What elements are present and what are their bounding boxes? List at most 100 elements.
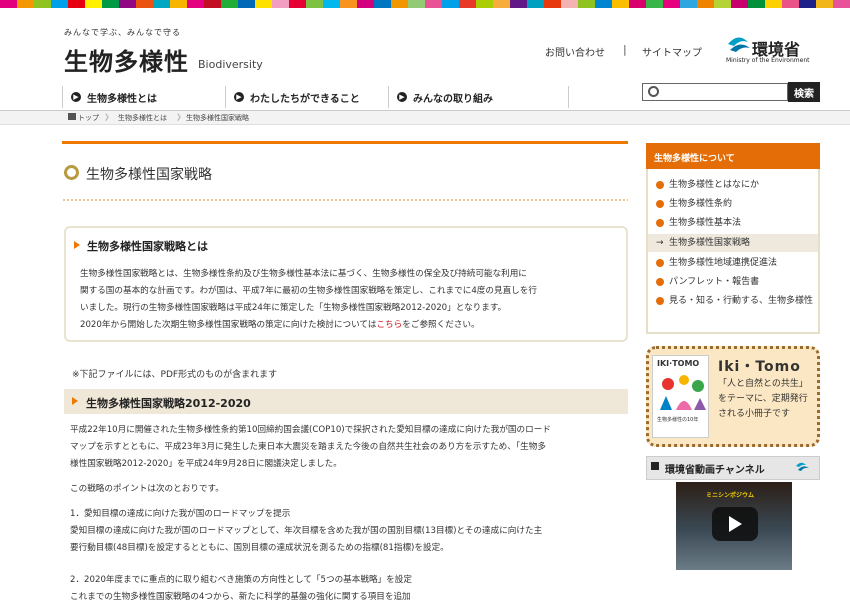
stripe-segment xyxy=(510,0,527,8)
stripe-segment xyxy=(255,0,272,8)
intro-line: 2020年から開始した次期生物多様性国家戦略の策定に向けた検討についてはこちらを… xyxy=(80,317,620,334)
point2-text: これまでの生物多様性国家戦略の4つから、新たに科学的基盤の強化に関する項目を追加 xyxy=(70,592,411,602)
section-paragraph-line: 平成22年10月に開催された生物多様性条約第10回締約国会議(COP10)で採択… xyxy=(70,425,551,435)
stripe-segment xyxy=(17,0,34,8)
video-caption: ミニシンポジウム xyxy=(706,492,755,499)
stripe-segment xyxy=(289,0,306,8)
sidebar-item-label: 生物多様性基本法 xyxy=(669,218,742,228)
stripe-segment xyxy=(493,0,510,8)
dotted-divider xyxy=(62,198,628,203)
nav-item-what-we-can-do[interactable]: ▶ わたしたちができること xyxy=(226,86,389,108)
stripe-segment xyxy=(170,0,187,8)
arrow-right-icon xyxy=(656,181,664,189)
stripe-segment xyxy=(374,0,391,8)
ikitomo-cover-image[interactable]: IKI·TOMO 生物多様性の10年 xyxy=(652,355,709,438)
stripe-segment xyxy=(527,0,544,8)
nav-label: みんなの取り組み xyxy=(413,93,493,105)
intro-line-text: 2020年から開始した次期生物多様性国家戦略の策定に向けた検討については xyxy=(80,320,377,330)
stripe-segment xyxy=(663,0,680,8)
stripe-segment xyxy=(748,0,765,8)
stripe-segment xyxy=(306,0,323,8)
ikitomo-cover-title: 生物多様性の10年 xyxy=(657,417,699,423)
stripe-segment xyxy=(408,0,425,8)
stripe-segment xyxy=(561,0,578,8)
points-intro: この戦略のポイントは次のとおりです。 xyxy=(70,484,224,494)
section-paragraph-line: 様性国家戦略2012-2020」を平成24年9月28日に閣議決定しました。 xyxy=(70,459,342,469)
stripe-segment xyxy=(425,0,442,8)
arrow-right-icon: ▶ xyxy=(71,92,81,102)
stripe-segment xyxy=(612,0,629,8)
breadcrumb-current: 生物多様性国家戦略 xyxy=(186,114,249,122)
breadcrumb-chevron-icon: ❯ xyxy=(176,113,182,121)
sidebar-item-regional-act[interactable]: 生物多様性地域連携促進法 xyxy=(656,256,816,270)
stripe-segment xyxy=(765,0,782,8)
stripe-segment xyxy=(204,0,221,8)
stripe-segment xyxy=(391,0,408,8)
sidebar-item-pamphlets[interactable]: パンフレット・報告書 xyxy=(656,275,816,289)
search-icon xyxy=(648,86,659,97)
site-title[interactable]: 生物多様性 xyxy=(64,42,189,77)
nav-item-everyone-efforts[interactable]: ▶ みんなの取り組み xyxy=(389,86,569,108)
triangle-bullet-icon xyxy=(72,397,78,405)
ikitomo-animals-illustration xyxy=(660,375,706,410)
nav-label: わたしたちができること xyxy=(250,93,360,105)
nav-item-about-biodiversity[interactable]: ▶ 生物多様性とは xyxy=(63,86,226,108)
point2-title: 2．2020年度までに重点的に取り組むべき施策の方向性として「5つの基本戦略」を… xyxy=(70,575,412,585)
sidebar-item-convention[interactable]: 生物多様性条約 xyxy=(656,197,816,211)
search-input[interactable] xyxy=(642,83,788,101)
stripe-segment xyxy=(85,0,102,8)
triangle-bullet-icon xyxy=(74,241,80,249)
stripe-segment xyxy=(629,0,646,8)
sitemap-link[interactable]: サイトマップ xyxy=(642,44,702,59)
intro-text: 生物多様性国家戦略とは、生物多様性条約及び生物多様性基本法に基づく、生物多様性の… xyxy=(80,266,620,334)
intro-heading: 生物多様性国家戦略とは xyxy=(87,240,208,253)
ministry-logo-icon xyxy=(796,462,809,471)
stripe-segment xyxy=(680,0,697,8)
header-separator: | xyxy=(623,43,627,56)
stripe-segment xyxy=(323,0,340,8)
sidebar-item-label: 生物多様性国家戦略 xyxy=(669,238,751,248)
color-stripe xyxy=(0,0,850,8)
home-icon xyxy=(68,113,76,120)
section-heading: 生物多様性国家戦略2012-2020 xyxy=(86,397,251,410)
video-channel-title: 環境省動画チャンネル xyxy=(665,465,765,476)
here-link[interactable]: こちら xyxy=(376,320,402,330)
contact-link[interactable]: お問い合わせ xyxy=(545,44,605,59)
stripe-segment xyxy=(782,0,799,8)
sidebar-item-label: 生物多様性条約 xyxy=(669,199,733,209)
sidebar-item-label: 生物多様性とはなにか xyxy=(669,180,760,190)
sidebar-item-basic-act[interactable]: 生物多様性基本法 xyxy=(656,216,816,230)
stripe-segment xyxy=(697,0,714,8)
sidebar-heading: 生物多様性について xyxy=(646,143,820,169)
stripe-segment xyxy=(816,0,833,8)
stripe-segment xyxy=(51,0,68,8)
sidebar-item-see-know-act[interactable]: 見る・知る・行動する、生物多様性 xyxy=(656,294,816,308)
arrow-right-icon xyxy=(656,297,664,305)
global-nav: ▶ 生物多様性とは ▶ わたしたちができること ▶ みんなの取り組み xyxy=(62,86,569,108)
arrow-right-icon xyxy=(656,278,664,286)
sidebar-item-label: パンフレット・報告書 xyxy=(669,277,760,287)
stripe-segment xyxy=(714,0,731,8)
sidebar-item-label: 生物多様性地域連携促進法 xyxy=(669,258,778,268)
stripe-segment xyxy=(102,0,119,8)
point1-text: 要行動目標(48目標)を設定するとともに、国別目標の達成状況を測るための指標(8… xyxy=(70,543,449,553)
sidebar-item-national-strategy[interactable]: → 生物多様性国家戦略 xyxy=(648,234,818,252)
stripe-segment xyxy=(476,0,493,8)
stripe-segment xyxy=(187,0,204,8)
point1-title: 1．愛知目標の達成に向けた我が国のロードマップを提示 xyxy=(70,509,291,519)
sidebar-item-what-is-biodiversity[interactable]: 生物多様性とはなにか xyxy=(656,178,816,192)
intro-line: いました。現行の生物多様性国家戦略は平成24年に策定した「生物多様性国家戦略20… xyxy=(80,303,507,313)
arrow-right-icon: ▶ xyxy=(234,92,244,102)
breadcrumb-top[interactable]: トップ xyxy=(78,113,99,123)
breadcrumb-about[interactable]: 生物多様性とは xyxy=(118,113,167,123)
stripe-segment xyxy=(799,0,816,8)
stripe-segment xyxy=(731,0,748,8)
search-button[interactable]: 検索 xyxy=(788,82,820,102)
stripe-segment xyxy=(221,0,238,8)
arrow-right-icon xyxy=(656,219,664,227)
stripe-segment xyxy=(68,0,85,8)
ikitomo-logo: Iki・Tomo xyxy=(718,359,801,375)
stripe-segment xyxy=(357,0,374,8)
stripe-segment xyxy=(442,0,459,8)
stripe-segment xyxy=(833,0,850,8)
